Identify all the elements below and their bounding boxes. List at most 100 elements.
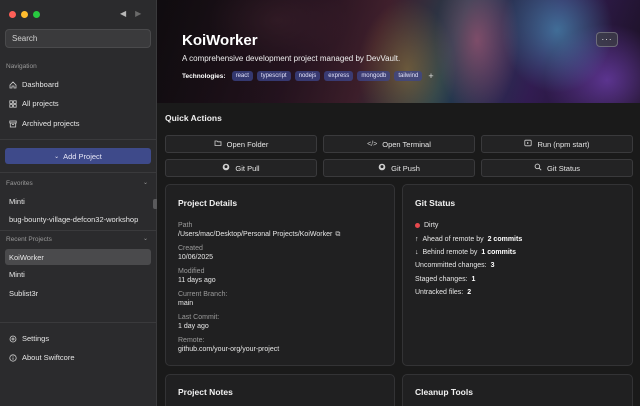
chevron-down-icon[interactable]: ⌄	[143, 235, 148, 242]
forward-arrow-icon[interactable]: ▶	[135, 9, 141, 18]
search-input[interactable]	[5, 29, 151, 48]
terminal-icon: </>	[367, 140, 378, 148]
uncommitted-row: Uncommitted changes: 3	[415, 262, 495, 269]
last-commit-label: Last Commit:	[178, 314, 220, 321]
main-content: KoiWorker A comprehensive development pr…	[157, 0, 640, 406]
quick-actions-title: Quick Actions	[165, 113, 222, 123]
git-status-title: Git Status	[415, 198, 456, 208]
tech-tag[interactable]: tailwind	[394, 71, 423, 81]
project-title: KoiWorker	[182, 32, 258, 49]
minimize-window-button[interactable]	[21, 11, 28, 18]
modified-value: 11 days ago	[178, 277, 216, 284]
untracked-row: Untracked files: 2	[415, 289, 471, 296]
add-project-button[interactable]: ⌄ Add Project	[5, 148, 151, 164]
ellipsis-icon: ···	[601, 35, 613, 44]
staged-row: Staged changes: 1	[415, 276, 475, 283]
github-icon	[378, 163, 386, 173]
git-status-card: Git Status Dirty ↑ Ahead of remote by 2 …	[402, 184, 633, 366]
recent-project-item[interactable]: Minti	[5, 266, 151, 282]
folder-icon	[214, 139, 222, 149]
last-commit-value: 1 day ago	[178, 323, 209, 330]
gear-icon	[9, 335, 17, 343]
run-button[interactable]: Run (npm start)	[481, 135, 633, 153]
divider	[0, 172, 156, 173]
ahead-value: 2 commits	[487, 236, 523, 243]
staged-label: Staged changes:	[415, 276, 468, 283]
git-pull-button[interactable]: Git Pull	[165, 159, 317, 177]
settings-label: Settings	[22, 334, 50, 343]
behind-value: 1 commits	[481, 249, 516, 256]
git-pull-label: Git Pull	[235, 163, 260, 173]
back-arrow-icon[interactable]: ◀	[120, 9, 126, 18]
divider	[0, 139, 156, 140]
sidebar-item-all-projects[interactable]: All projects	[5, 95, 151, 112]
open-folder-button[interactable]: Open Folder	[165, 135, 317, 153]
sidebar-item-dashboard[interactable]: Dashboard	[5, 76, 151, 93]
run-icon	[524, 139, 533, 149]
chevron-down-icon: ⌄	[54, 153, 60, 160]
sidebar-item-archived-projects[interactable]: Archived projects	[5, 115, 151, 132]
remote-label: Remote:	[178, 337, 205, 344]
search-icon	[534, 163, 542, 173]
status-dot-icon	[415, 223, 420, 228]
sidebar: ◀ ▶ Navigation Dashboard All projects Ar…	[0, 0, 158, 406]
untracked-label: Untracked files:	[415, 289, 464, 296]
recent-project-item[interactable]: Sublist3r	[5, 285, 151, 301]
open-folder-label: Open Folder	[226, 139, 269, 149]
tech-tag[interactable]: typescript	[256, 71, 291, 81]
tech-tag[interactable]: nodejs	[294, 71, 321, 81]
git-ahead-row: ↑ Ahead of remote by 2 commits	[415, 236, 522, 243]
project-header: KoiWorker A comprehensive development pr…	[182, 32, 434, 81]
zoom-window-button[interactable]	[33, 11, 40, 18]
git-state-row: Dirty	[415, 222, 438, 229]
current-branch-value: main	[178, 300, 194, 307]
ahead-label: Ahead of remote by	[422, 236, 484, 243]
recent-projects-section-label: Recent Projects	[6, 236, 52, 243]
path-label: Path	[178, 222, 193, 229]
settings-button[interactable]: Settings	[5, 330, 151, 347]
uncommitted-label: Uncommitted changes:	[415, 262, 487, 269]
window-controls	[9, 11, 40, 18]
git-state-value: Dirty	[424, 222, 439, 229]
history-arrows: ◀ ▶	[120, 9, 141, 18]
arrow-down-icon: ↓	[415, 249, 419, 256]
recent-project-item-selected[interactable]: KoiWorker	[5, 249, 151, 265]
more-options-button[interactable]: ···	[596, 32, 618, 47]
cleanup-tools-card: Cleanup Tools	[402, 374, 633, 406]
project-subtitle: A comprehensive development project mana…	[182, 54, 401, 63]
archive-icon	[9, 120, 17, 128]
about-button[interactable]: About Swiftcore	[5, 349, 151, 366]
chevron-down-icon[interactable]: ⌄	[143, 179, 148, 186]
close-window-button[interactable]	[9, 11, 16, 18]
git-status-button[interactable]: Git Status	[481, 159, 633, 177]
path-value: /Users/mac/Desktop/Personal Projects/Koi…	[178, 231, 340, 239]
sidebar-item-label: Archived projects	[22, 119, 80, 128]
git-push-button[interactable]: Git Push	[323, 159, 475, 177]
github-icon	[222, 163, 230, 173]
project-notes-card: Project Notes	[165, 374, 395, 406]
arrow-up-icon: ↑	[415, 236, 419, 243]
open-terminal-button[interactable]: </> Open Terminal	[323, 135, 475, 153]
project-header-banner: KoiWorker A comprehensive development pr…	[157, 0, 640, 103]
tech-tag[interactable]: express	[324, 71, 354, 81]
about-label: About Swiftcore	[22, 353, 75, 362]
staged-value: 1	[471, 276, 476, 283]
technologies-row: Technologies: react typescript nodejs ex…	[182, 71, 434, 81]
current-branch-label: Current Branch:	[178, 291, 228, 298]
git-behind-row: ↓ Behind remote by 1 commits	[415, 249, 516, 256]
git-push-label: Git Push	[391, 163, 420, 173]
tech-tag[interactable]: mongodb	[357, 71, 391, 81]
sidebar-item-label: All projects	[22, 99, 59, 108]
open-terminal-label: Open Terminal	[382, 139, 431, 149]
favorite-item[interactable]: bug-bounty-village-defcon32-workshop	[5, 211, 151, 227]
tech-tag[interactable]: react	[231, 71, 253, 81]
navigation-section-label: Navigation	[6, 63, 37, 70]
copy-icon[interactable]: ⧉	[335, 231, 340, 239]
project-notes-title: Project Notes	[178, 387, 233, 397]
cleanup-tools-title: Cleanup Tools	[415, 387, 473, 397]
add-technology-button[interactable]: +	[428, 71, 433, 81]
favorite-item[interactable]: Minti	[5, 193, 151, 209]
modified-label: Modified	[178, 268, 205, 275]
run-label: Run (npm start)	[537, 139, 590, 149]
project-details-title: Project Details	[178, 198, 238, 208]
